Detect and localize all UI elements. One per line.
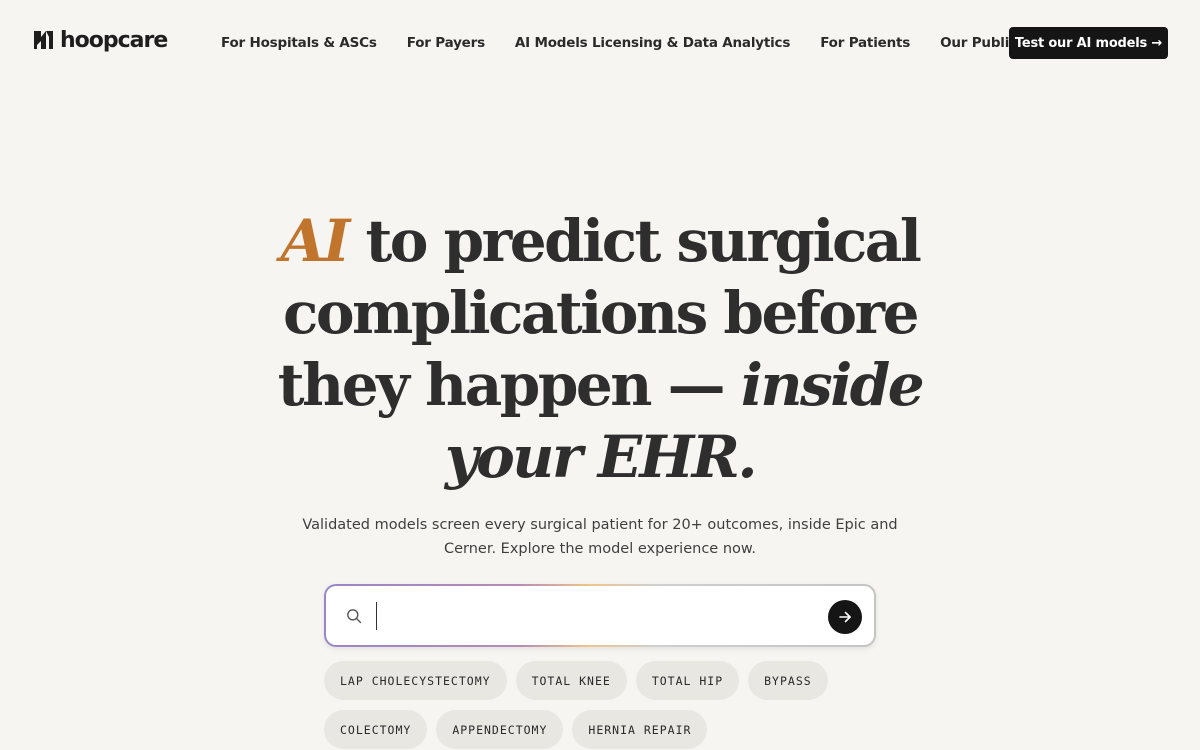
nav-item-ai-licensing[interactable]: AI Models Licensing & Data Analytics [515, 35, 790, 51]
test-ai-models-button[interactable]: Test our AI models → [1009, 27, 1168, 59]
search-icon [347, 609, 362, 624]
chip-colectomy[interactable]: COLECTOMY [324, 710, 428, 749]
hero-headline: AI to predict surgical complications bef… [200, 205, 1000, 493]
search-submit-button[interactable] [828, 600, 862, 634]
chip-appendectomy[interactable]: APPENDECTOMY [436, 710, 564, 749]
headline-line1: to predict surgical [365, 207, 921, 275]
hero-subtext: Validated models screen every surgical p… [302, 517, 898, 557]
search-input[interactable] [376, 602, 816, 630]
search-box-inner [326, 586, 874, 645]
procedure-chips: LAP CHOLECYSTECTOMY TOTAL KNEE TOTAL HIP… [324, 661, 884, 749]
nav-item-payers[interactable]: For Payers [407, 35, 485, 51]
hoopcare-logo-mark-icon [34, 31, 53, 49]
headline-line3-italic: inside [740, 351, 925, 419]
headline-line2: complications before [283, 279, 919, 347]
chip-lap-cholecystectomy[interactable]: LAP CHOLECYSTECTOMY [324, 661, 507, 700]
brand-name: hoopcare [60, 27, 168, 53]
headline-line4: your EHR. [444, 423, 758, 491]
chip-hernia-repair[interactable]: HERNIA REPAIR [572, 710, 708, 749]
chip-bypass[interactable]: BYPASS [748, 661, 828, 700]
search-box [324, 584, 876, 647]
main-nav: For Hospitals & ASCs For Payers AI Model… [206, 32, 1078, 54]
headline-line3: they happen — [277, 351, 726, 419]
brand-logo[interactable]: hoopcare [32, 24, 168, 56]
site-header: hoopcare For Hospitals & ASCs For Payers… [0, 0, 1200, 86]
headline-ai-word: AI [280, 207, 351, 275]
nav-item-patients[interactable]: For Patients [820, 35, 910, 51]
arrow-right-icon [839, 611, 851, 623]
nav-item-hospitals[interactable]: For Hospitals & ASCs [221, 35, 377, 51]
chip-total-hip[interactable]: TOTAL HIP [635, 661, 740, 700]
chip-total-knee[interactable]: TOTAL KNEE [515, 661, 627, 700]
